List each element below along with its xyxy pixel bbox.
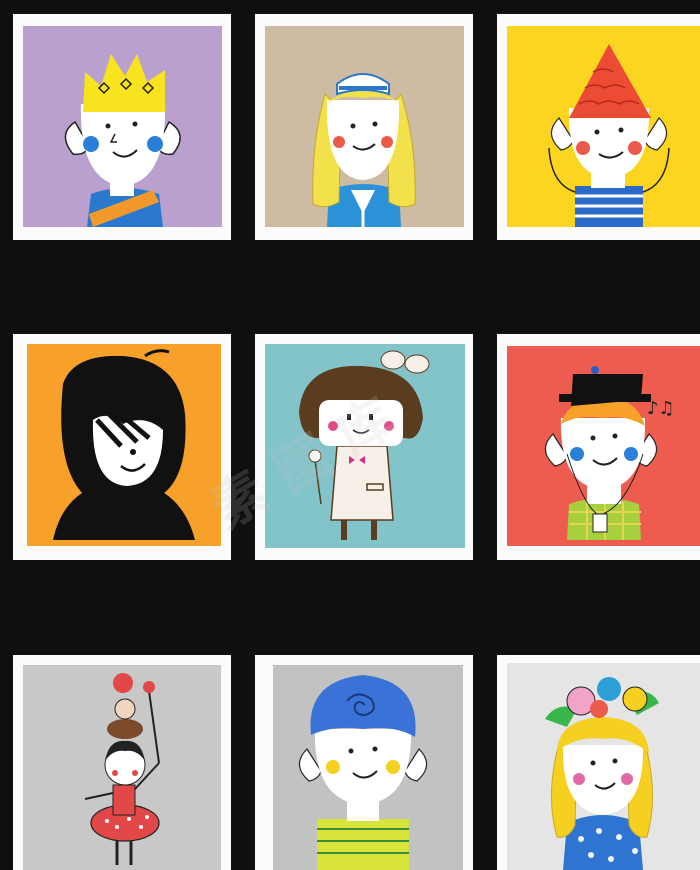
sailor-girl-illustration — [265, 26, 464, 227]
bob-girl-illustration — [265, 344, 465, 548]
portrait-card-sailor-girl[interactable] — [255, 14, 473, 240]
music-boy-illustration: ♪♫ — [507, 346, 700, 546]
portrait-card-music-boy[interactable]: ♪♫ — [497, 334, 700, 560]
portrait-card-stack-girl[interactable] — [13, 655, 231, 870]
flower-girl-illustration — [507, 663, 700, 870]
portrait-card-party-boy[interactable] — [497, 14, 700, 240]
svg-text:♪♫: ♪♫ — [647, 398, 675, 419]
portrait-card-shadow-boy[interactable] — [13, 334, 231, 560]
party-boy-illustration — [507, 26, 700, 227]
portrait-card-bob-girl[interactable] — [255, 334, 473, 560]
shadow-boy-illustration — [27, 344, 221, 546]
stack-girl-illustration — [23, 665, 221, 870]
king-illustration — [23, 26, 222, 227]
portrait-card-flower-girl[interactable] — [497, 655, 700, 870]
gallery-page: { "watermark": "素 图 库" } — [0, 0, 700, 870]
blue-hair-boy-illustration — [273, 665, 463, 870]
portrait-card-king[interactable] — [13, 14, 231, 240]
portrait-card-blue-hair-boy[interactable] — [255, 655, 473, 870]
